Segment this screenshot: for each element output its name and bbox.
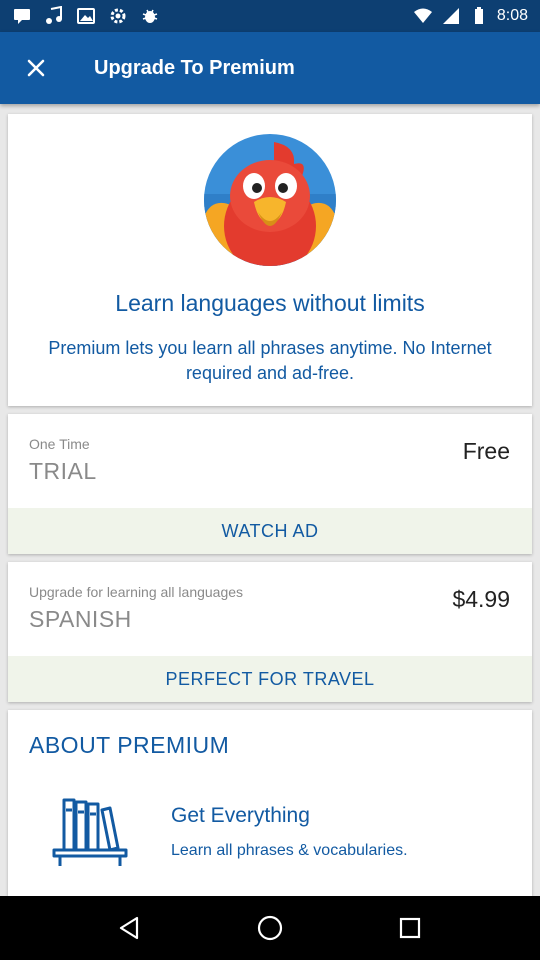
nav-home-button[interactable]	[240, 896, 300, 960]
plan-name: TRIAL	[29, 458, 97, 484]
system-nav-bar	[0, 896, 540, 960]
status-right-icons: 8:08	[413, 6, 528, 26]
close-button[interactable]	[0, 32, 72, 104]
music-icon	[46, 6, 62, 24]
feature-description: Learn all phrases & vocabularies.	[171, 842, 408, 859]
battery-icon	[474, 7, 483, 24]
buy-spanish-button[interactable]: PERFECT FOR TRAVEL	[8, 656, 532, 702]
plan-price: $4.99	[452, 586, 510, 612]
parrot-logo	[204, 134, 336, 266]
status-left-icons	[12, 6, 160, 26]
plan-subtitle: One Time	[29, 436, 90, 452]
about-title: ABOUT PREMIUM	[29, 732, 230, 758]
close-icon	[27, 59, 45, 77]
plan-price: Free	[462, 438, 510, 464]
settings-icon	[110, 8, 126, 24]
feature-title: Get Everything	[171, 804, 310, 827]
plan-subtitle: Upgrade for learning all languages	[29, 584, 244, 600]
plan-card-spanish: Upgrade for learning all languages SPANI…	[8, 562, 532, 702]
about-premium-card: ABOUT PREMIUM Get Everything Learn all p…	[8, 710, 532, 896]
status-bar: 8:08	[0, 0, 540, 32]
bug-icon	[142, 9, 158, 23]
hero-title: Learn languages without limits	[115, 290, 425, 316]
plan-name: SPANISH	[29, 606, 132, 632]
app-toolbar: Upgrade To Premium	[0, 32, 540, 104]
plan-card-trial: One Time TRIAL Free WATCH AD	[8, 414, 532, 554]
signal-icon	[442, 8, 459, 24]
hero-description: Premium lets you learn all phrases anyti…	[48, 338, 492, 383]
recents-icon	[399, 917, 421, 939]
message-icon	[14, 9, 30, 24]
books-icon	[52, 798, 128, 866]
nav-back-button[interactable]	[100, 896, 160, 960]
watch-ad-button[interactable]: WATCH AD	[8, 508, 532, 554]
hero-card: Learn languages without limits Premium l…	[8, 114, 532, 406]
status-time: 8:08	[496, 7, 528, 24]
nav-recents-button[interactable]	[380, 896, 440, 960]
page-title: Upgrade To Premium	[94, 56, 295, 79]
wifi-icon	[413, 8, 432, 23]
back-icon	[119, 916, 139, 940]
home-icon	[257, 915, 283, 941]
image-icon	[77, 8, 95, 24]
